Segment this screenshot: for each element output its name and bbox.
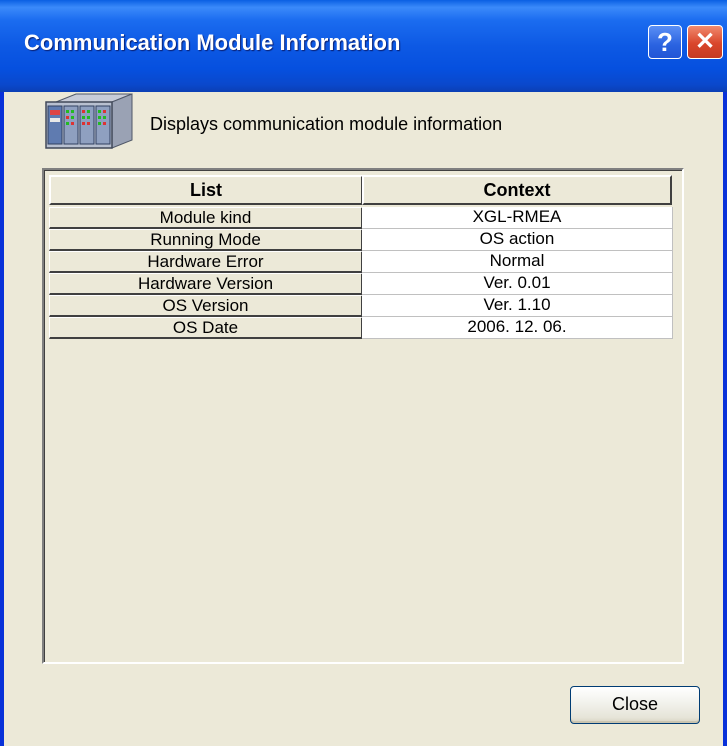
description-text: Displays communication module informatio… [150,114,503,134]
title-bar[interactable]: Communication Module Information ? ✕ [0,0,727,92]
table-row[interactable]: Hardware Version Ver. 0.01 [49,273,673,295]
row-value: Normal [362,251,673,273]
table-row[interactable]: OS Date 2006. 12. 06. [49,317,673,339]
close-button[interactable]: Close [570,686,700,724]
row-label: Hardware Version [49,273,363,295]
row-value: Ver. 0.01 [362,273,673,295]
table-row[interactable]: Running Mode OS action [49,229,673,251]
row-label: Hardware Error [49,251,363,273]
column-header-list[interactable]: List [49,175,363,205]
plc-module-icon [42,92,134,154]
row-value: 2006. 12. 06. [362,317,673,339]
row-label: OS Version [49,295,363,317]
window-title: Communication Module Information [24,30,401,55]
table-row[interactable]: Hardware Error Normal [49,251,673,273]
row-label: OS Date [49,317,363,339]
grid-frame: List Context Module kind XGL-RMEA Runnin… [44,170,682,662]
row-value: OS action [362,229,673,251]
dialog-window: Communication Module Information ? ✕ Dis… [0,0,727,746]
table-row[interactable]: OS Version Ver. 1.10 [49,295,673,317]
column-header-context[interactable]: Context [362,175,672,205]
row-value: Ver. 1.10 [362,295,673,317]
window-close-button[interactable]: ✕ [687,25,723,59]
info-grid[interactable]: List Context Module kind XGL-RMEA Runnin… [42,168,684,664]
row-label: Running Mode [49,229,363,251]
table-row[interactable]: Module kind XGL-RMEA [49,207,673,229]
help-button[interactable]: ? [648,25,682,59]
row-value: XGL-RMEA [362,207,673,229]
row-label: Module kind [49,207,363,229]
